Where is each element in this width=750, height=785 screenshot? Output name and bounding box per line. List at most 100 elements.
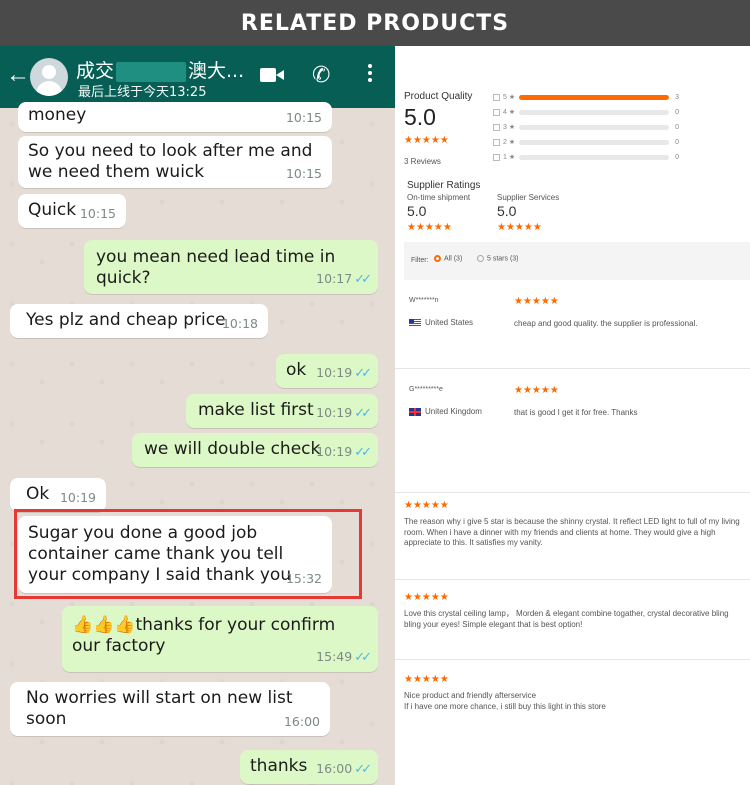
message-meta: 10:19 ✓✓ bbox=[316, 362, 372, 384]
chat-screenshot: ← 成交 澳大... 最后上线于今天13:25 ✆ money 10:15 So … bbox=[0, 46, 395, 785]
divider bbox=[395, 492, 750, 493]
ontime-stars: ★★★★★ bbox=[407, 222, 452, 233]
message-text: Ok bbox=[26, 484, 50, 504]
message-text: ok bbox=[286, 360, 307, 380]
back-arrow-icon[interactable]: ← bbox=[6, 63, 30, 87]
message-out[interactable]: ok 10:19 ✓✓ bbox=[276, 354, 378, 388]
rating-track bbox=[519, 124, 670, 130]
ontime-score: 5.0 bbox=[407, 203, 427, 219]
review-text: that is good I get it for free. Thanks bbox=[514, 408, 638, 417]
rating-track bbox=[519, 139, 670, 145]
name-redaction bbox=[116, 61, 187, 82]
message-time: 10:19 bbox=[316, 405, 353, 420]
read-ticks-icon: ✓✓ bbox=[354, 762, 372, 777]
rating-checkbox[interactable] bbox=[493, 123, 500, 131]
review-stars: ★★★★★ bbox=[514, 296, 559, 307]
read-ticks-icon: ✓✓ bbox=[354, 406, 372, 421]
message-text: thanks bbox=[250, 756, 308, 776]
rating-stars-label: 4 ★ bbox=[503, 109, 516, 116]
review-country: United Kingdom bbox=[409, 407, 482, 416]
message-time: 10:15 bbox=[285, 110, 322, 125]
rating-count: 3 bbox=[675, 93, 679, 101]
chat-header: ← 成交 澳大... 最后上线于今天13:25 ✆ bbox=[0, 46, 395, 108]
filter-bar: Filter: All (3) 5 stars (3) bbox=[404, 242, 750, 280]
message-time: 10:18 bbox=[221, 316, 258, 331]
review-stars: ★★★★★ bbox=[514, 385, 559, 396]
country-name: United States bbox=[425, 318, 474, 327]
filter-5-label: 5 stars (3) bbox=[487, 255, 519, 263]
message-time: 10:15 bbox=[79, 206, 116, 221]
filter-5-stars[interactable]: 5 stars (3) bbox=[477, 255, 519, 262]
message-text: we will double check bbox=[144, 439, 321, 459]
product-quality-score: 5.0 bbox=[404, 104, 436, 130]
rating-track bbox=[519, 109, 670, 115]
message-out[interactable]: thanks 16:00 ✓✓ bbox=[240, 750, 378, 784]
rating-row-4[interactable]: 4 ★ 0 bbox=[493, 107, 679, 117]
message-out[interactable]: make list first 10:19 ✓✓ bbox=[186, 394, 378, 428]
message-in[interactable]: No worries will start on new list soon 1… bbox=[10, 682, 330, 736]
message-time: 15:49 bbox=[316, 649, 353, 664]
radio-selected-icon[interactable] bbox=[434, 255, 441, 262]
review-text: Nice product and friendly afterservice I… bbox=[404, 691, 606, 711]
rating-checkbox[interactable] bbox=[493, 138, 500, 146]
divider bbox=[395, 368, 750, 369]
message-text: So you need to look after me and we need… bbox=[28, 141, 313, 182]
message-out[interactable]: 👍👍👍thanks for your confirm our factory 1… bbox=[62, 606, 378, 672]
message-in[interactable]: money 10:15 bbox=[18, 102, 332, 132]
message-in[interactable]: So you need to look after me and we need… bbox=[18, 136, 332, 188]
rating-row-5[interactable]: 5 ★ 3 bbox=[493, 92, 679, 102]
message-in[interactable]: Quick 10:15 bbox=[18, 194, 126, 228]
contact-name-right: 澳大... bbox=[188, 60, 245, 82]
rating-checkbox[interactable] bbox=[493, 153, 500, 161]
review-stars: ★★★★★ bbox=[404, 500, 449, 511]
read-ticks-icon: ✓✓ bbox=[354, 445, 372, 460]
contact-name-left: 成交 bbox=[76, 60, 115, 82]
uk-flag-icon bbox=[409, 407, 421, 416]
review-text: The reason why i give 5 star is because … bbox=[404, 517, 740, 547]
rating-count: 0 bbox=[675, 123, 679, 131]
rating-row-3[interactable]: 3 ★ 0 bbox=[493, 122, 679, 132]
rating-checkbox[interactable] bbox=[493, 108, 500, 116]
message-text: Quick bbox=[28, 200, 77, 220]
filter-all[interactable]: All (3) bbox=[434, 255, 462, 262]
review-text: cheap and good quality. the supplier is … bbox=[514, 319, 698, 328]
rating-stars-label: 5 ★ bbox=[503, 94, 516, 101]
rating-checkbox[interactable] bbox=[493, 93, 500, 101]
message-out[interactable]: you mean need lead time in quick? 10:17 ✓… bbox=[84, 240, 378, 294]
phone-call-icon[interactable]: ✆ bbox=[312, 62, 330, 88]
message-meta: 10:19 ✓✓ bbox=[316, 441, 372, 463]
rating-row-1[interactable]: 1 ★ 0 bbox=[493, 152, 679, 162]
review-user: G*********e bbox=[409, 386, 443, 393]
avatar[interactable] bbox=[30, 58, 68, 96]
divider bbox=[395, 579, 750, 580]
read-ticks-icon: ✓✓ bbox=[354, 650, 372, 665]
message-text: Yes plz and cheap price bbox=[26, 310, 226, 330]
message-in[interactable]: Yes plz and cheap price 10:18 bbox=[10, 304, 268, 338]
message-out[interactable]: we will double check 10:19 ✓✓ bbox=[132, 433, 378, 467]
quality-stars: ★★★★★ bbox=[404, 135, 449, 146]
country-name: United Kingdom bbox=[425, 407, 482, 416]
rating-count: 0 bbox=[675, 153, 679, 161]
rating-stars-label: 2 ★ bbox=[503, 139, 516, 146]
supplier-ratings-label: Supplier Ratings bbox=[407, 180, 481, 191]
rating-fill bbox=[519, 94, 670, 100]
more-options-icon[interactable] bbox=[368, 64, 372, 86]
filter-all-label: All (3) bbox=[444, 255, 463, 263]
message-time: 16:00 bbox=[283, 714, 320, 729]
ontime-label: On-time shipment bbox=[407, 193, 471, 202]
reviews-panel: Product Quality 5.0 ★★★★★ 3 Reviews 5 ★ … bbox=[395, 46, 750, 785]
message-time: 10:17 bbox=[316, 271, 353, 286]
divider bbox=[395, 659, 750, 660]
rating-row-2[interactable]: 2 ★ 0 bbox=[493, 137, 679, 147]
review-user: W*******n bbox=[409, 297, 439, 304]
services-score: 5.0 bbox=[497, 203, 517, 219]
product-quality-label: Product Quality bbox=[404, 91, 473, 102]
message-time: 10:19 bbox=[316, 444, 353, 459]
message-time: 16:00 bbox=[316, 761, 353, 776]
video-call-icon[interactable] bbox=[260, 68, 284, 82]
radio-icon[interactable] bbox=[477, 255, 484, 262]
reviews-count: 3 Reviews bbox=[404, 157, 441, 166]
message-in[interactable]: Ok 10:19 bbox=[10, 478, 106, 512]
review-text: Love this crystal ceiling lamp， Morden &… bbox=[404, 609, 729, 629]
contact-name[interactable]: 成交 澳大... bbox=[76, 56, 244, 83]
